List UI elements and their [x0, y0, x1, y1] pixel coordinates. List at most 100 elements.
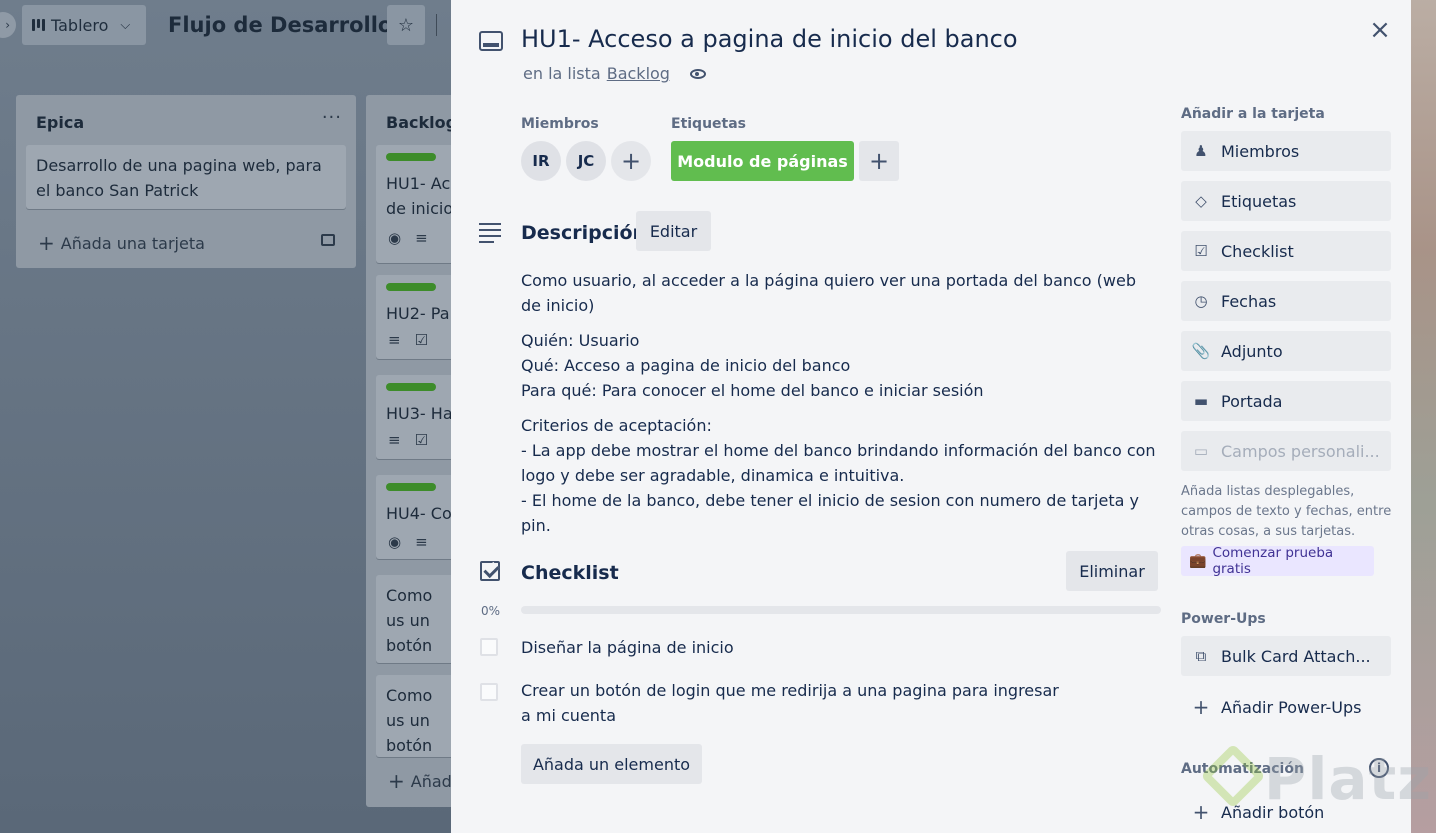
description-icon: ≡ — [388, 331, 401, 349]
trial-label: Comenzar prueba gratis — [1212, 545, 1334, 577]
person-icon: ♟ — [1194, 142, 1208, 160]
board-menu-circle[interactable]: › — [0, 12, 16, 38]
label-chip[interactable]: Modulo de páginas — [671, 141, 854, 181]
list-link[interactable]: Backlog — [607, 64, 670, 83]
plus-icon: + — [388, 769, 405, 793]
checklist-item[interactable]: Diseñar la página de inicio — [521, 635, 1066, 660]
card-title[interactable]: HU1- Acceso a pagina de inicio del banco — [521, 25, 1018, 53]
view-switcher[interactable]: Tablero ⌵ — [22, 5, 146, 45]
board-title[interactable]: Flujo de Desarrollo — [168, 13, 392, 37]
checklist-icon — [480, 561, 500, 581]
description-icon: ≡ — [388, 431, 401, 449]
in-list-prefix: en la lista — [523, 64, 601, 83]
add-to-card-heading: Añadir a la tarjeta — [1181, 106, 1325, 122]
sidebar-button-label: Adjunto — [1221, 341, 1283, 361]
description-heading: Descripción — [521, 222, 647, 244]
chevron-down-icon: ⌵ — [120, 17, 131, 33]
description-icon: ≡ — [415, 533, 428, 551]
list-epica: Epica ··· Desarrollo de una pagina web, … — [16, 95, 356, 268]
who-line: Quién: Usuario — [521, 331, 640, 350]
star-icon[interactable]: ☆ — [387, 5, 425, 45]
add-card-label: Añada una tarjeta — [60, 233, 205, 253]
avatar[interactable]: JC — [566, 141, 606, 181]
checklist-percent: 0% — [481, 604, 501, 618]
description-icon — [479, 223, 501, 247]
description-block: Quién: Usuario Qué: Acceso a pagina de i… — [521, 328, 1161, 403]
template-icon[interactable] — [321, 234, 335, 246]
criteria-item: - El home de la banco, debe tener el ini… — [521, 491, 1139, 535]
sidebar-button-label: Checklist — [1221, 241, 1294, 261]
sidebar-labels-button[interactable]: ◇ Etiquetas — [1181, 181, 1391, 221]
list-title[interactable]: Backlog — [386, 113, 457, 132]
platzi-logo-icon — [1200, 743, 1266, 809]
add-card-button[interactable]: + Añada una tarjeta — [38, 231, 205, 255]
why-line: Para qué: Para conocer el home del banco… — [521, 381, 984, 400]
checklist-icon: ☑ — [414, 431, 429, 449]
criteria-block: Criterios de aceptación: - La app debe m… — [521, 413, 1161, 538]
sidebar-checklist-button[interactable]: ☑ Checklist — [1181, 231, 1391, 271]
sidebar-custom-fields-button[interactable]: ▭ Campos personali... — [1181, 431, 1391, 471]
sidebar-members-button[interactable]: ♟ Miembros — [1181, 131, 1391, 171]
card-text: Como us un botón nueva tra — [386, 686, 433, 755]
card-icon — [479, 31, 503, 51]
briefcase-icon: 💼 — [1189, 553, 1207, 569]
sidebar-powerup-button[interactable]: ⧉ Bulk Card Attach... — [1181, 636, 1391, 676]
avatar[interactable]: IR — [521, 141, 561, 181]
description-icon: ≡ — [415, 229, 428, 247]
close-icon[interactable]: × — [1365, 16, 1395, 46]
criteria-item: - La app debe mostrar el home del banco … — [521, 441, 1156, 485]
sidebar-dates-button[interactable]: ◷ Fechas — [1181, 281, 1391, 321]
view-label: Tablero — [51, 15, 109, 35]
add-powerups-button[interactable]: + Añadir Power-Ups — [1181, 687, 1391, 727]
eye-icon: ◉ — [388, 229, 402, 247]
sidebar-button-label: Bulk Card Attach... — [1221, 646, 1371, 666]
add-card-label: Añad — [410, 771, 452, 791]
edit-description-button[interactable]: Editar — [636, 211, 711, 251]
powerups-heading: Power-Ups — [1181, 611, 1266, 627]
background-photo-strip — [1411, 0, 1436, 833]
cover-icon: ▬ — [1193, 392, 1209, 410]
card-detail-modal: HU1- Acceso a pagina de inicio del banco… — [451, 0, 1411, 833]
bulk-attach-icon: ⧉ — [1195, 647, 1207, 665]
list-card[interactable]: Desarrollo de una pagina web, para el ba… — [26, 145, 346, 209]
sidebar-button-label: Portada — [1221, 391, 1283, 411]
sidebar-button-label: Etiquetas — [1221, 191, 1297, 211]
more-icon[interactable]: ··· — [322, 107, 342, 128]
board-view-icon — [32, 19, 45, 31]
checklist-heading[interactable]: Checklist — [521, 562, 619, 584]
add-label-button[interactable]: + — [859, 141, 899, 181]
add-checklist-item-button[interactable]: Añada un elemento — [521, 744, 702, 784]
checklist-item[interactable]: Crear un botón de login que me redirija … — [521, 678, 1066, 728]
checklist-progress-bar — [521, 606, 1161, 614]
start-trial-button[interactable]: 💼 Comenzar prueba gratis — [1181, 545, 1374, 577]
checklist-checkbox[interactable] — [480, 638, 498, 656]
card-badges: ≡ ☑ — [388, 431, 428, 449]
sidebar-attachment-button[interactable]: 📎 Adjunto — [1181, 331, 1391, 371]
paperclip-icon: 📎 — [1191, 342, 1211, 360]
sidebar-button-label: Añadir Power-Ups — [1221, 697, 1362, 717]
checklist-checkbox[interactable] — [480, 683, 498, 701]
sidebar-cover-button[interactable]: ▬ Portada — [1181, 381, 1391, 421]
delete-checklist-button[interactable]: Eliminar — [1066, 551, 1158, 591]
card-label — [386, 153, 436, 161]
custom-fields-note: Añada listas desplegables, campos de tex… — [1181, 484, 1392, 539]
eye-icon — [689, 68, 706, 79]
plus-icon: + — [1192, 695, 1210, 719]
card-label — [386, 383, 436, 391]
custom-fields-icon: ▭ — [1193, 442, 1209, 460]
criteria-title: Criterios de aceptación: — [521, 416, 712, 435]
eye-icon: ◉ — [388, 533, 402, 551]
what-line: Qué: Acceso a pagina de inicio del banco — [521, 356, 851, 375]
checkbox-icon: ☑ — [1194, 242, 1208, 260]
tag-icon: ◇ — [1195, 192, 1207, 210]
list-title[interactable]: Epica — [36, 113, 84, 132]
members-label: Miembros — [521, 116, 599, 132]
card-badges: ◉ ≡ — [388, 229, 428, 247]
add-card-button[interactable]: + Añad — [388, 769, 452, 793]
add-member-button[interactable]: + — [611, 141, 651, 181]
description-text[interactable]: Como usuario, al acceder a la página qui… — [521, 268, 1161, 548]
card-badges: ≡ ☑ — [388, 331, 428, 349]
watermark-text: Platzi — [1264, 745, 1436, 813]
checklist-icon: ☑ — [414, 331, 429, 349]
card-badges: ◉ ≡ — [388, 533, 428, 551]
